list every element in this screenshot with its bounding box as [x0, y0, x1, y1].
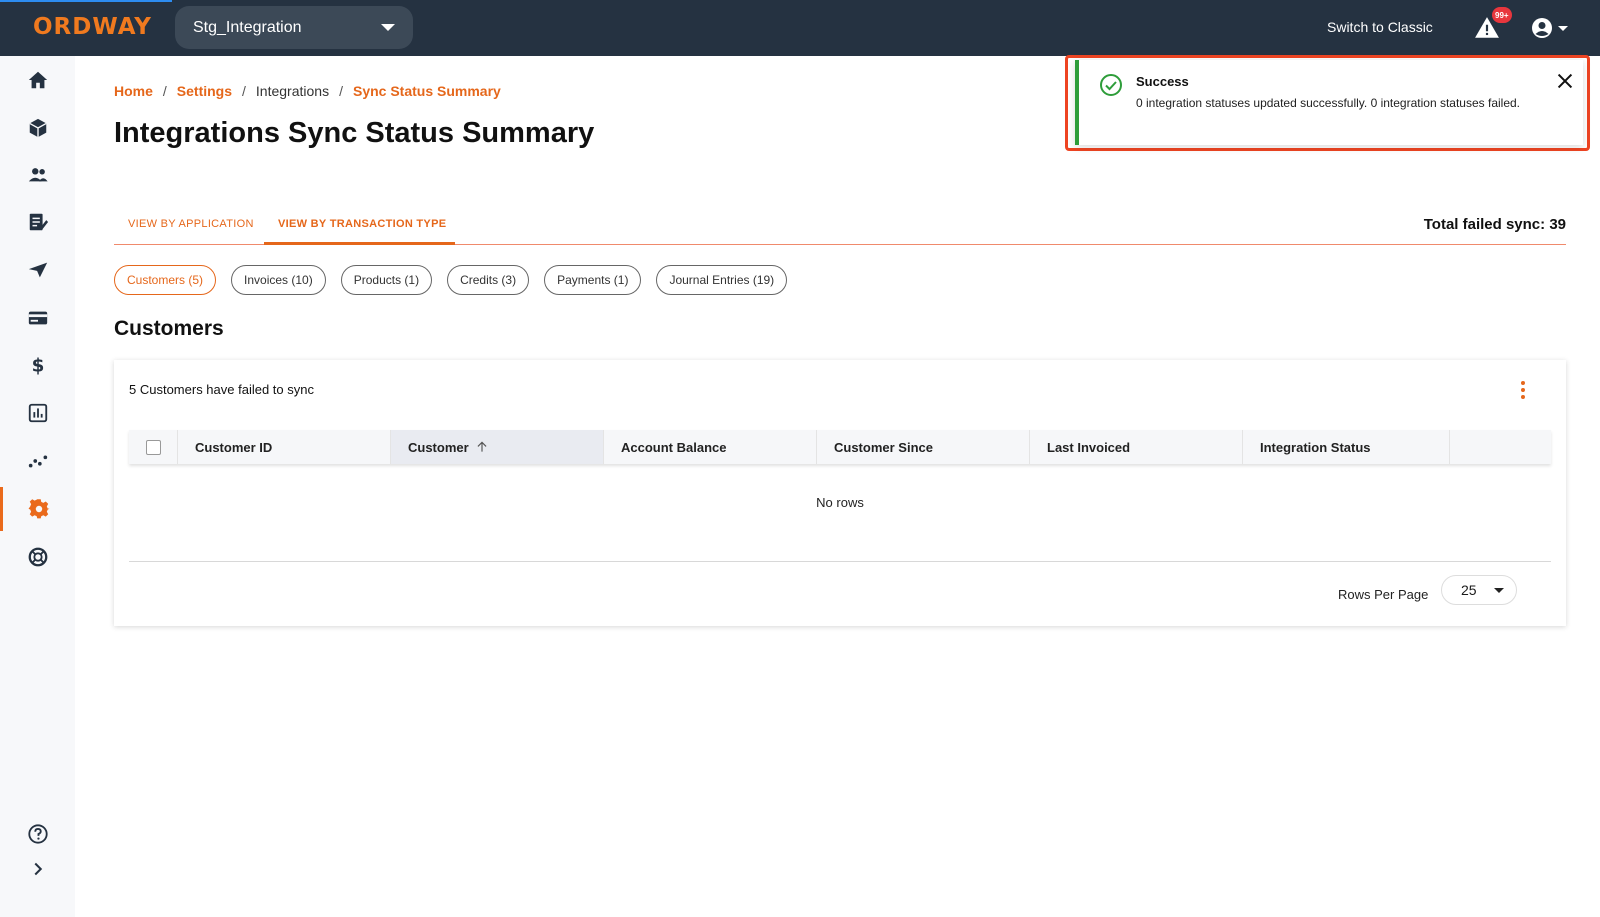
- column-header-customer-since[interactable]: Customer Since: [817, 430, 1030, 464]
- check-circle-icon: [1100, 74, 1122, 96]
- tab-view-by-application[interactable]: VIEW BY APPLICATION: [128, 218, 254, 230]
- svg-text:$: $: [31, 355, 44, 376]
- column-label: Integration Status: [1260, 439, 1371, 455]
- select-all-cell: [129, 430, 178, 464]
- select-all-checkbox[interactable]: [145, 439, 161, 455]
- breadcrumb-home[interactable]: Home: [114, 83, 153, 99]
- lifebuoy-icon: [28, 547, 47, 567]
- sidebar-item-revenue[interactable]: $: [0, 343, 75, 387]
- column-header-integration-status[interactable]: Integration Status: [1243, 430, 1450, 464]
- table-header: Customer ID Customer Account Balance Cus…: [129, 430, 1551, 464]
- transaction-type-filters: Customers (5) Invoices (10) Products (1)…: [114, 265, 788, 295]
- close-icon[interactable]: [1554, 70, 1576, 92]
- top-bar: ORDWAY Stg_Integration Switch to Classic…: [0, 0, 1600, 56]
- total-failed-sync: Total failed sync: 39: [1423, 216, 1566, 233]
- home-icon: [28, 71, 47, 89]
- chevron-down-icon: [1494, 587, 1504, 593]
- loading-progress-bar: [0, 0, 172, 2]
- breadcrumb-separator: /: [242, 83, 246, 99]
- chevron-right-icon: [34, 862, 42, 876]
- chevron-down-icon: [1558, 26, 1568, 31]
- failed-sync-card: 5 Customers have failed to sync Customer…: [114, 360, 1566, 626]
- breadcrumb-integrations: Integrations: [255, 83, 330, 99]
- chip-journal-entries[interactable]: Journal Entries (19): [656, 265, 788, 295]
- sidebar-item-support[interactable]: [0, 535, 75, 579]
- sidebar-item-settings[interactable]: [0, 487, 75, 531]
- chip-products[interactable]: Products (1): [340, 265, 433, 295]
- section-title: Customers: [114, 317, 224, 340]
- chip-payments[interactable]: Payments (1): [544, 265, 642, 295]
- column-header-customer[interactable]: Customer: [391, 430, 604, 464]
- bar-chart-icon: [28, 403, 47, 423]
- card-heading: 5 Customers have failed to sync: [129, 382, 314, 397]
- kebab-dot: [1521, 395, 1525, 399]
- success-toast: Success 0 integration statuses updated s…: [1075, 60, 1583, 145]
- kebab-dot: [1521, 388, 1525, 392]
- scatter-icon: [28, 455, 47, 468]
- column-header-last-invoiced[interactable]: Last Invoiced: [1030, 430, 1243, 464]
- sidebar: $: [0, 56, 75, 917]
- active-tab-indicator: [264, 242, 455, 245]
- sidebar-item-reports[interactable]: [0, 391, 75, 435]
- organization-select[interactable]: Stg_Integration: [175, 6, 413, 49]
- toast-message: 0 integration statuses updated successfu…: [1136, 96, 1521, 110]
- rows-per-page-value: 25: [1461, 582, 1477, 598]
- credit-card-icon: [28, 311, 47, 325]
- app-logo[interactable]: ORDWAY: [33, 14, 152, 40]
- kebab-dot: [1521, 381, 1525, 385]
- help-icon: [27, 824, 48, 844]
- sidebar-expand-button[interactable]: [0, 847, 75, 891]
- table-divider: [129, 561, 1551, 562]
- breadcrumb-current[interactable]: Sync Status Summary: [353, 83, 501, 99]
- chevron-down-icon: [381, 24, 395, 31]
- sidebar-item-products[interactable]: [0, 106, 75, 150]
- sidebar-item-home[interactable]: [0, 58, 75, 102]
- sidebar-item-payments[interactable]: [0, 296, 75, 340]
- column-label: Customer Since: [834, 439, 933, 455]
- switch-to-classic-link[interactable]: Switch to Classic: [1327, 19, 1433, 35]
- tab-view-by-transaction-type[interactable]: VIEW BY TRANSACTION TYPE: [278, 218, 446, 230]
- account-menu[interactable]: [1530, 15, 1572, 41]
- sidebar-item-analytics[interactable]: [0, 439, 75, 483]
- empty-table-message: No rows: [816, 495, 864, 510]
- edit-document-icon: [29, 213, 48, 231]
- breadcrumb: Home / Settings / Integrations / Sync St…: [114, 83, 501, 99]
- breadcrumb-separator: /: [339, 83, 343, 99]
- alerts-count-badge: 99+: [1492, 7, 1512, 23]
- account-circle-icon: [1532, 18, 1552, 38]
- sidebar-item-billing[interactable]: [0, 200, 75, 244]
- more-options-button[interactable]: [1513, 378, 1533, 402]
- toast-title: Success: [1136, 74, 1189, 89]
- rows-per-page-select[interactable]: 25: [1441, 575, 1517, 605]
- column-label: Account Balance: [621, 439, 727, 455]
- column-label: Customer ID: [195, 439, 273, 455]
- rows-per-page-label: Rows Per Page: [1338, 587, 1429, 602]
- column-label: Customer: [408, 439, 469, 455]
- column-header-customer-id[interactable]: Customer ID: [178, 430, 391, 464]
- people-icon: [28, 168, 48, 182]
- column-label: Last Invoiced: [1047, 439, 1131, 455]
- view-tabs: VIEW BY APPLICATION VIEW BY TRANSACTION …: [114, 210, 1566, 245]
- breadcrumb-separator: /: [162, 83, 167, 99]
- sidebar-item-customers[interactable]: [0, 153, 75, 197]
- dollar-icon: $: [31, 355, 44, 376]
- sidebar-item-send[interactable]: [0, 248, 75, 292]
- gear-icon: [28, 499, 50, 519]
- chip-customers[interactable]: Customers (5): [114, 265, 217, 295]
- page-title: Integrations Sync Status Summary: [114, 117, 595, 149]
- chip-credits[interactable]: Credits (3): [447, 265, 530, 295]
- send-icon: [28, 262, 47, 278]
- breadcrumb-settings[interactable]: Settings: [177, 83, 232, 99]
- column-header-filler: [1450, 430, 1551, 464]
- arrow-up-icon: [477, 441, 487, 452]
- chip-invoices[interactable]: Invoices (10): [231, 265, 326, 295]
- organization-select-value: Stg_Integration: [193, 18, 302, 36]
- column-header-account-balance[interactable]: Account Balance: [604, 430, 817, 464]
- cube-icon: [28, 118, 47, 138]
